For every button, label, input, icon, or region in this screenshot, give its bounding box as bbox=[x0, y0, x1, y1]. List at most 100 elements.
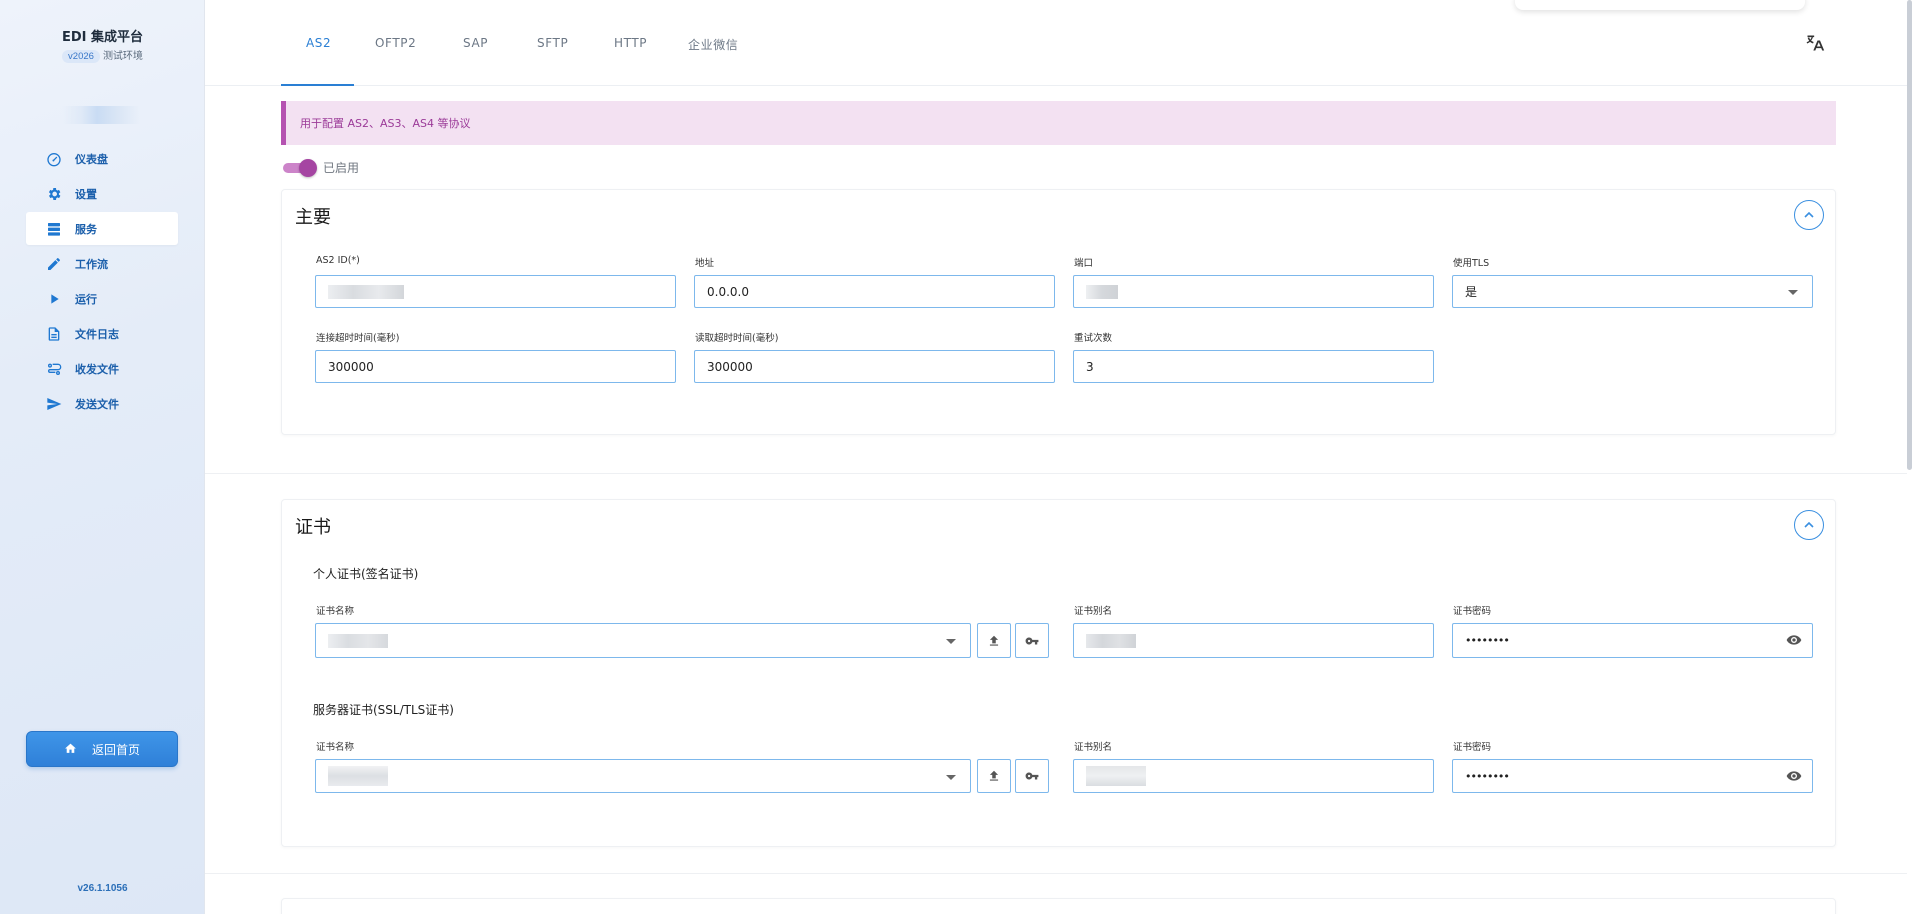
scrollbar[interactable] bbox=[1907, 0, 1912, 470]
server-cert-heading: 服务器证书(SSL/TLS证书) bbox=[313, 703, 454, 717]
protocol-tabs: AS2 OFTP2 SAP SFTP HTTP 企业微信 bbox=[205, 0, 1907, 86]
personal-cert-password-input[interactable]: •••••••• bbox=[1452, 623, 1813, 658]
cert-alias-label: 证书别名 bbox=[1074, 742, 1113, 753]
environment-info: v2026 测试环境 bbox=[0, 47, 205, 63]
masked-value bbox=[1086, 766, 1146, 786]
collapse-button[interactable] bbox=[1794, 200, 1824, 230]
upload-cert-button[interactable] bbox=[977, 623, 1011, 658]
toggle-knob bbox=[299, 158, 317, 177]
active-tab-indicator bbox=[281, 84, 354, 86]
sidebar-nav: 仪表盘 设置 服务 工作流 运行 文件日志 收发文件 发送文件 bbox=[26, 142, 178, 422]
masked-value bbox=[1086, 284, 1118, 299]
connect-timeout-value: 300000 bbox=[328, 359, 374, 374]
read-timeout-input[interactable]: 300000 bbox=[694, 350, 1055, 383]
upload-icon bbox=[989, 770, 999, 781]
play-icon bbox=[45, 290, 62, 307]
section-title: 主要 bbox=[295, 207, 331, 228]
eye-icon[interactable] bbox=[1785, 768, 1803, 784]
retry-count-label: 重试次数 bbox=[1074, 333, 1113, 344]
toggle-label: 已启用 bbox=[323, 161, 360, 175]
sidebar-item-label: 服务 bbox=[75, 222, 97, 236]
sidebar-item-label: 工作流 bbox=[75, 257, 108, 271]
home-icon bbox=[64, 742, 78, 756]
key-button[interactable] bbox=[1015, 759, 1049, 793]
server-cert-name-select[interactable] bbox=[315, 759, 971, 793]
as2-id-label: AS2 ID(*) bbox=[316, 255, 360, 266]
app-version: v26.1.1056 bbox=[77, 883, 128, 894]
address-label: 地址 bbox=[695, 258, 715, 269]
file-log-icon bbox=[45, 325, 62, 342]
send-icon bbox=[45, 395, 62, 412]
connect-timeout-input[interactable]: 300000 bbox=[315, 350, 676, 383]
address-input[interactable]: 0.0.0.0 bbox=[694, 275, 1055, 308]
read-timeout-value: 300000 bbox=[707, 359, 753, 374]
personal-cert-name-select[interactable] bbox=[315, 623, 971, 658]
cert-name-label: 证书名称 bbox=[316, 606, 355, 617]
use-tls-value: 是 bbox=[1465, 285, 1478, 299]
tab-sap[interactable]: SAP bbox=[463, 36, 488, 50]
return-home-label: 返回首页 bbox=[91, 742, 140, 757]
sidebar-item-send-files[interactable]: 发送文件 bbox=[26, 387, 178, 420]
info-banner: 用于配置 AS2、AS3、AS4 等协议 bbox=[281, 101, 1836, 145]
sidebar: EDI 集成平台 v2026 测试环境 仪表盘 设置 服务 工作流 运行 文件日… bbox=[0, 0, 205, 914]
server-cert-password-input[interactable]: •••••••• bbox=[1452, 759, 1813, 793]
personal-cert-alias-input[interactable] bbox=[1073, 623, 1434, 658]
sidebar-item-file-log[interactable]: 文件日志 bbox=[26, 317, 178, 350]
sidebar-item-services[interactable]: 服务 bbox=[26, 212, 178, 245]
key-icon bbox=[1025, 772, 1039, 780]
as2-id-input[interactable] bbox=[315, 275, 676, 308]
password-mask: •••••••• bbox=[1465, 634, 1510, 647]
upload-cert-button[interactable] bbox=[977, 759, 1011, 793]
transfer-icon bbox=[45, 360, 62, 377]
next-section-card bbox=[281, 898, 1836, 914]
tab-sftp[interactable]: SFTP bbox=[537, 36, 568, 50]
sidebar-item-label: 发送文件 bbox=[75, 397, 119, 411]
connect-timeout-label: 连接超时时间(毫秒) bbox=[316, 333, 400, 344]
tab-oftp2[interactable]: OFTP2 bbox=[375, 36, 416, 50]
enable-toggle[interactable]: 已启用 bbox=[283, 158, 360, 177]
sidebar-item-label: 仪表盘 bbox=[75, 152, 108, 166]
port-label: 端口 bbox=[1074, 258, 1094, 269]
tab-http[interactable]: HTTP bbox=[614, 36, 647, 50]
sidebar-item-label: 文件日志 bbox=[75, 327, 119, 341]
chevron-down-icon bbox=[1788, 290, 1798, 295]
tab-wecom[interactable]: 企业微信 bbox=[688, 36, 738, 53]
user-avatar[interactable] bbox=[62, 106, 140, 124]
collapse-button[interactable] bbox=[1794, 510, 1824, 540]
sidebar-item-workflow[interactable]: 工作流 bbox=[26, 247, 178, 280]
port-input[interactable] bbox=[1073, 275, 1434, 308]
certificate-card: 证书 个人证书(签名证书) 证书名称 证书别名 证书密码 •••••••• 服务… bbox=[281, 499, 1836, 847]
sidebar-item-settings[interactable]: 设置 bbox=[26, 177, 178, 210]
password-mask: •••••••• bbox=[1465, 769, 1510, 783]
toggle-switch[interactable] bbox=[283, 158, 317, 177]
masked-value bbox=[328, 633, 388, 648]
sidebar-item-label: 设置 bbox=[75, 187, 97, 201]
sidebar-item-dashboard[interactable]: 仪表盘 bbox=[26, 142, 178, 175]
eye-icon[interactable] bbox=[1785, 632, 1803, 648]
retry-count-value: 3 bbox=[1086, 359, 1094, 374]
return-home-button[interactable]: 返回首页 bbox=[26, 731, 178, 767]
masked-value bbox=[328, 766, 388, 786]
personal-cert-heading: 个人证书(签名证书) bbox=[313, 567, 419, 581]
server-cert-alias-input[interactable] bbox=[1073, 759, 1434, 793]
tab-as2[interactable]: AS2 bbox=[306, 36, 331, 50]
sidebar-item-label: 收发文件 bbox=[75, 362, 119, 376]
main-settings-card: 主要 AS2 ID(*) 地址 0.0.0.0 端口 使用TLS 是 连接超时时… bbox=[281, 189, 1836, 435]
env-label: 测试环境 bbox=[102, 51, 143, 62]
sidebar-item-transfer-files[interactable]: 收发文件 bbox=[26, 352, 178, 385]
main-content: AS2 OFTP2 SAP SFTP HTTP 企业微信 用于配置 AS2、AS… bbox=[205, 0, 1912, 914]
masked-value bbox=[328, 284, 404, 299]
chevron-down-icon bbox=[946, 775, 956, 780]
section-title: 证书 bbox=[295, 517, 331, 538]
retry-count-input[interactable]: 3 bbox=[1073, 350, 1434, 383]
cert-password-label: 证书密码 bbox=[1453, 742, 1492, 753]
section-divider bbox=[205, 873, 1907, 874]
sidebar-item-run[interactable]: 运行 bbox=[26, 282, 178, 315]
chevron-down-icon bbox=[946, 639, 956, 644]
use-tls-select[interactable]: 是 bbox=[1452, 275, 1813, 308]
translate-icon[interactable] bbox=[1805, 33, 1825, 53]
cert-password-label: 证书密码 bbox=[1453, 606, 1492, 617]
chevron-up-icon bbox=[1804, 521, 1814, 528]
key-button[interactable] bbox=[1015, 623, 1049, 658]
read-timeout-label: 读取超时时间(毫秒) bbox=[695, 333, 779, 344]
